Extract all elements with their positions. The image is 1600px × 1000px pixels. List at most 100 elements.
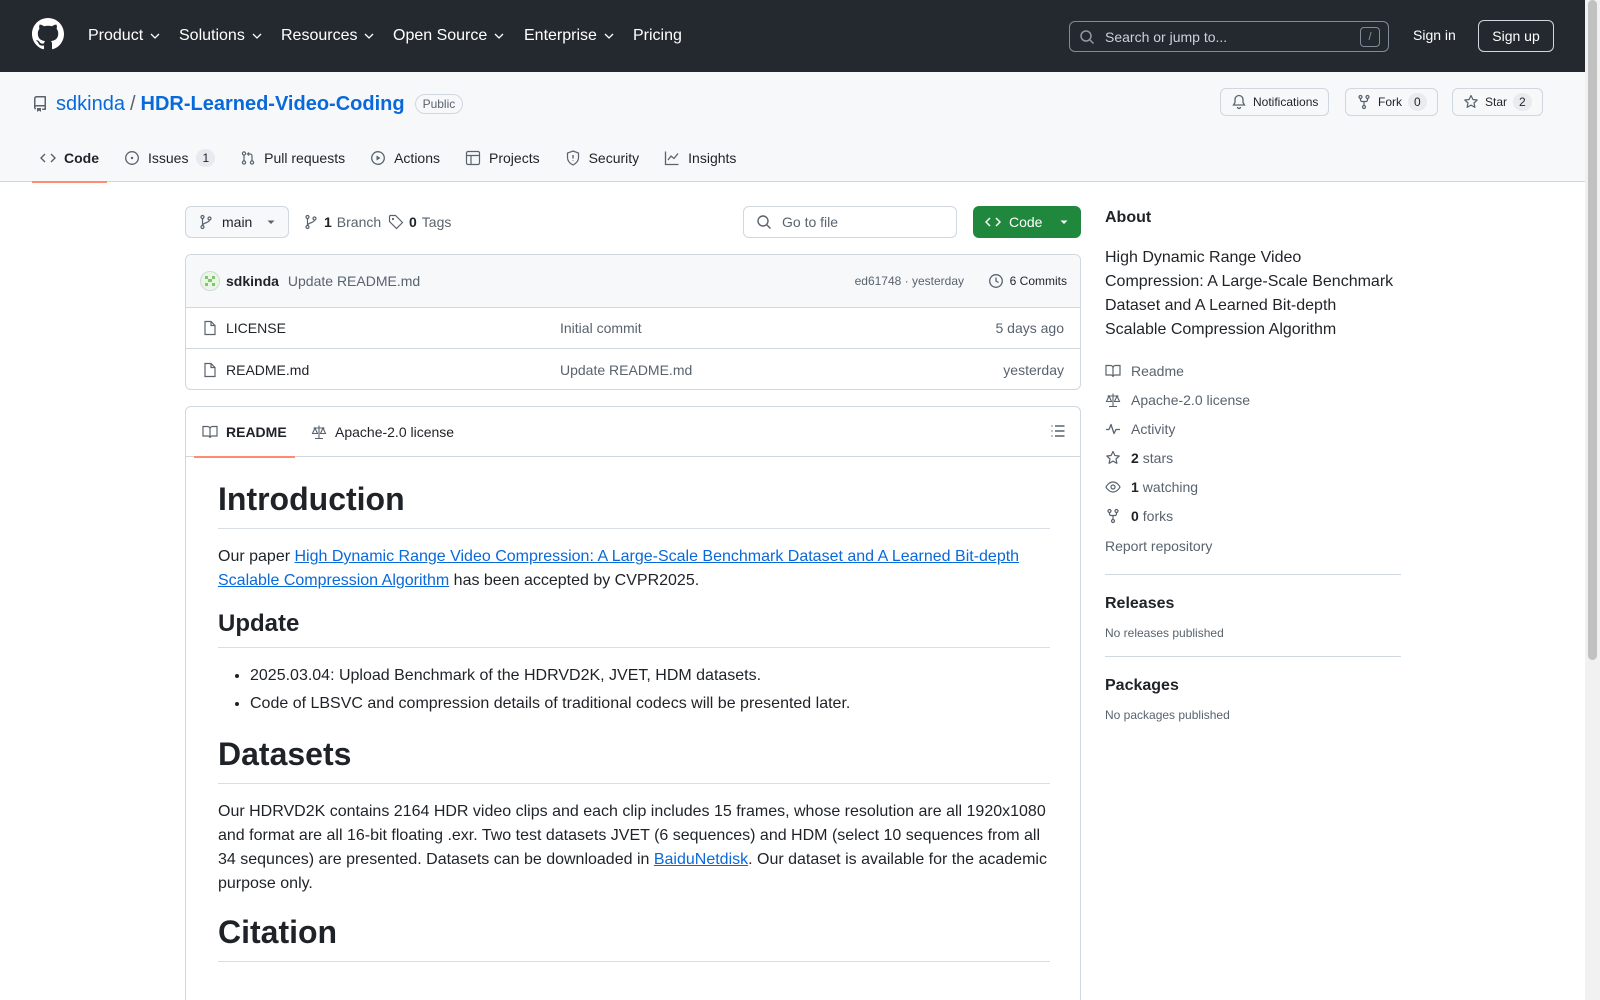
fork-icon <box>1107 508 1119 523</box>
star-button[interactable]: Star 2 <box>1452 88 1543 116</box>
pull-request-icon <box>241 151 255 165</box>
nav-enterprise[interactable]: Enterprise <box>524 24 615 48</box>
star-label: Star <box>1485 95 1508 109</box>
branch-name: main <box>222 214 253 230</box>
caret-down-icon <box>1060 220 1068 224</box>
avatar-identicon-icon <box>205 276 215 286</box>
repo-owner-link[interactable]: sdkinda <box>56 93 125 116</box>
commit-sha-time[interactable]: ed61748 · yesterday <box>855 274 964 288</box>
commit-author[interactable]: sdkinda <box>226 273 279 289</box>
license-link[interactable]: Apache-2.0 license <box>1105 385 1401 414</box>
code-dropdown-button[interactable]: Code <box>973 206 1081 238</box>
sidebar-divider <box>1105 656 1401 657</box>
tab-actions-label: Actions <box>394 150 441 166</box>
sign-up-button[interactable]: Sign up <box>1478 20 1554 52</box>
commit-message[interactable]: Update README.md <box>288 273 420 289</box>
file-table: sdkinda Update README.md ed61748 · yeste… <box>185 254 1081 390</box>
nav-product-label: Product <box>88 27 144 44</box>
sign-in-link[interactable]: Sign in <box>1413 27 1456 43</box>
file-name[interactable]: LICENSE <box>226 320 286 336</box>
heading-datasets: Datasets <box>218 734 1050 784</box>
tab-pull-requests-label: Pull requests <box>264 150 346 166</box>
activity-link[interactable]: Activity <box>1105 414 1401 443</box>
star-icon <box>1464 94 1478 108</box>
file-icon <box>204 362 216 377</box>
intro-text-pre: Our paper <box>218 548 295 565</box>
branches-link[interactable]: 1 Branch <box>303 214 381 230</box>
report-repository-link[interactable]: Report repository <box>1105 534 1401 558</box>
file-commit-time: yesterday <box>1003 361 1064 378</box>
branch-selector[interactable]: main <box>185 206 289 238</box>
forks-label: forks <box>1142 507 1174 524</box>
repo-separator: / <box>129 92 136 115</box>
nav-resources[interactable]: Resources <box>281 24 375 48</box>
fork-icon <box>1358 94 1370 110</box>
book-icon <box>202 425 218 439</box>
heading-update: Update <box>218 609 1050 648</box>
forks-link[interactable]: 0 forks <box>1105 501 1401 530</box>
tab-projects[interactable]: Projects <box>457 134 548 182</box>
tab-insights[interactable]: Insights <box>656 134 744 182</box>
eye-icon <box>1105 480 1121 493</box>
go-to-file-input[interactable]: Go to file <box>743 206 957 238</box>
tags-label: Tags <box>421 214 452 230</box>
readme-tab-license[interactable]: Apache-2.0 license <box>311 407 454 457</box>
baidu-netdisk-link[interactable]: BaiduNetdisk <box>654 851 748 868</box>
play-icon <box>371 151 386 165</box>
search-input[interactable]: Search or jump to... / <box>1069 21 1389 52</box>
nav-open-source[interactable]: Open Source <box>393 24 505 48</box>
search-shortcut-hint: / <box>1360 26 1380 47</box>
file-row[interactable]: README.md Update README.md yesterday <box>186 349 1080 389</box>
caret-down-icon <box>267 220 275 224</box>
datasets-paragraph: Our HDRVD2K contains 2164 HDR video clip… <box>218 800 1050 896</box>
tab-code-label: Code <box>64 150 99 166</box>
table-icon <box>465 150 481 166</box>
code-icon <box>40 153 56 163</box>
repo-header: sdkinda / HDR-Learned-Video-Coding Publi… <box>0 72 1600 183</box>
fork-label: Fork <box>1378 95 1402 109</box>
stars-count: 2 <box>1131 449 1139 466</box>
stars-link[interactable]: 2 stars <box>1105 443 1401 472</box>
releases-heading[interactable]: Releases <box>1105 592 1401 616</box>
file-row[interactable]: LICENSE Initial commit 5 days ago <box>186 308 1080 349</box>
readme-panel: README Apache-2.0 license Introduction O… <box>185 406 1081 1000</box>
tab-actions[interactable]: Actions <box>362 134 448 182</box>
license-link-label: Apache-2.0 license <box>1131 391 1251 408</box>
file-commit-message[interactable]: Initial commit <box>560 320 642 336</box>
tab-issues[interactable]: Issues 1 <box>116 134 223 182</box>
readme-link[interactable]: Readme <box>1105 356 1401 385</box>
tab-code[interactable]: Code <box>32 134 107 183</box>
readme-link-label: Readme <box>1131 362 1184 379</box>
tab-projects-label: Projects <box>489 150 540 166</box>
code-button-label: Code <box>1009 214 1043 230</box>
fork-button[interactable]: Fork 0 <box>1345 88 1438 116</box>
go-to-file-placeholder: Go to file <box>782 214 839 230</box>
nav-pricing[interactable]: Pricing <box>633 24 682 48</box>
forks-count: 0 <box>1131 507 1139 524</box>
list-outline-icon[interactable] <box>1050 423 1066 439</box>
readme-tab-readme[interactable]: README <box>194 407 295 458</box>
about-description: High Dynamic Range Video Compression: A … <box>1105 249 1394 338</box>
chevron-down-icon <box>365 33 374 39</box>
watching-link[interactable]: 1 watching <box>1105 472 1401 501</box>
nav-solutions[interactable]: Solutions <box>179 24 263 48</box>
packages-heading[interactable]: Packages <box>1105 674 1401 698</box>
tab-security[interactable]: Security <box>557 134 648 182</box>
scrollbar-thumb[interactable] <box>1588 0 1597 660</box>
file-name[interactable]: README.md <box>226 362 309 378</box>
nav-product[interactable]: Product <box>88 24 161 48</box>
avatar[interactable] <box>200 271 220 291</box>
about-heading: About <box>1105 209 1152 226</box>
notifications-button[interactable]: Notifications <box>1220 88 1330 116</box>
file-commit-message[interactable]: Update README.md <box>560 362 692 378</box>
commits-history-link[interactable]: 6 Commits <box>988 273 1067 289</box>
latest-commit-row: sdkinda Update README.md ed61748 · yeste… <box>186 255 1080 308</box>
tags-link[interactable]: 0 Tags <box>388 214 451 230</box>
branch-icon <box>200 214 212 230</box>
star-count: 2 <box>1513 93 1532 111</box>
tab-pull-requests[interactable]: Pull requests <box>232 134 353 182</box>
repo-name-link[interactable]: HDR-Learned-Video-Coding <box>141 93 405 116</box>
tab-security-label: Security <box>588 150 640 166</box>
list-item: 2025.03.04: Upload Benchmark of the HDRV… <box>250 664 1050 688</box>
github-logo-icon[interactable] <box>32 18 64 50</box>
